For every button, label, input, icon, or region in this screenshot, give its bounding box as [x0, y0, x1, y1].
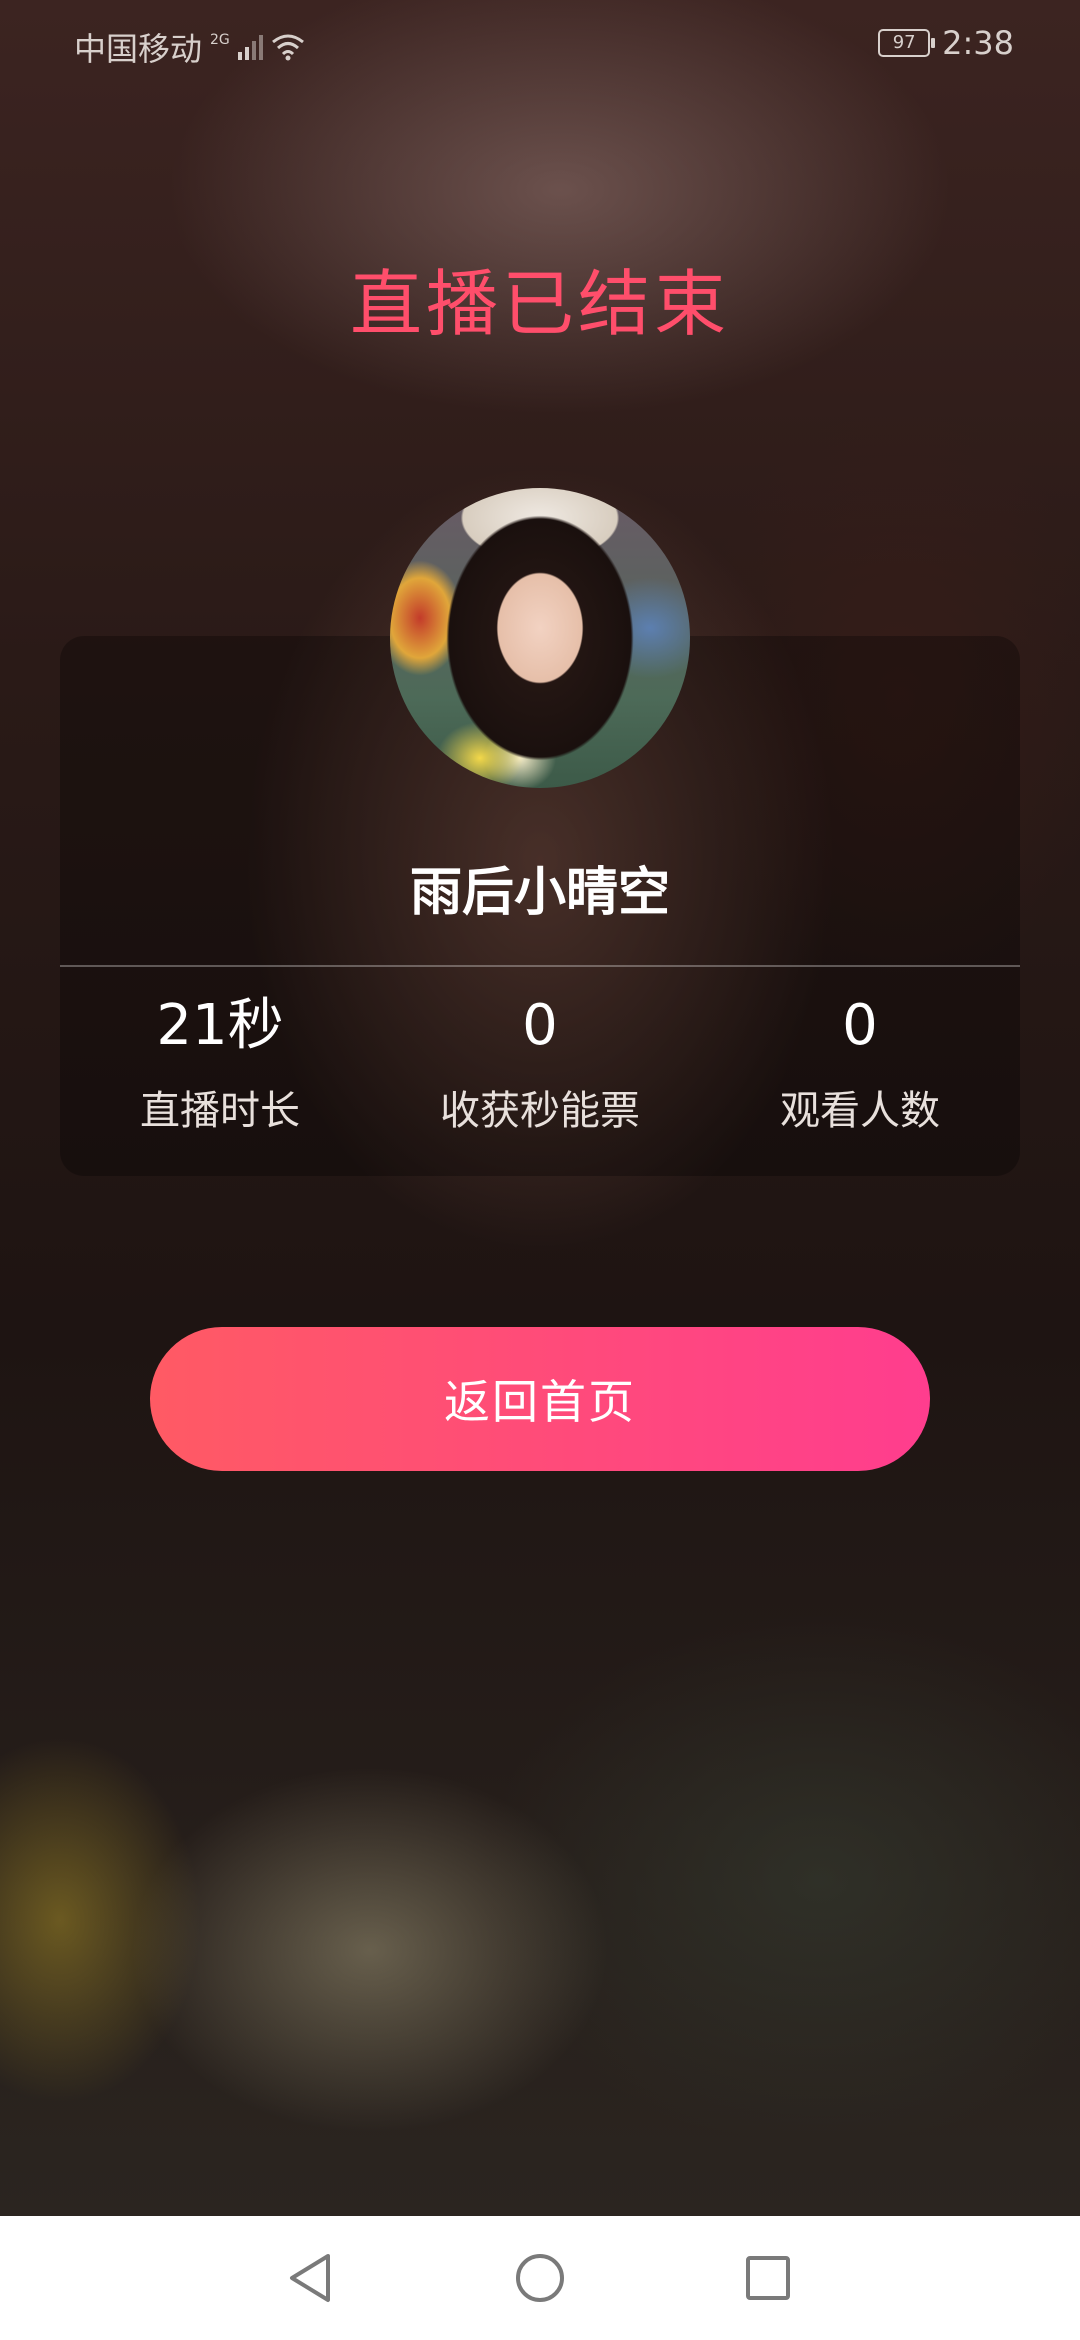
- stat-value: 0: [842, 993, 878, 1058]
- system-nav-bar: [0, 2216, 1080, 2340]
- home-circle-icon[interactable]: [510, 2248, 570, 2308]
- back-triangle-icon[interactable]: [280, 2248, 340, 2308]
- signal-icon: [237, 34, 263, 60]
- divider: [60, 965, 1020, 967]
- status-right: 97 2:38: [878, 24, 1014, 62]
- carrier-name: 中国移动: [74, 30, 203, 68]
- stat-label: 直播时长: [140, 1088, 300, 1134]
- stat-viewers: 0 观看人数: [700, 990, 1020, 1136]
- stat-value: 21秒: [156, 993, 284, 1058]
- battery-icon: 97: [878, 29, 936, 57]
- page-title: 直播已结束: [349, 262, 730, 346]
- back-to-home-button[interactable]: 返回首页: [150, 1327, 930, 1471]
- status-bar: 中国移动 2G 97 2:38: [0, 0, 1080, 92]
- stat-tickets: 0 收获秒能票: [380, 990, 700, 1136]
- network-type: 2G: [210, 32, 230, 48]
- wifi-icon: [271, 34, 304, 61]
- streamer-avatar: [390, 488, 690, 788]
- stat-label: 收获秒能票: [440, 1088, 640, 1134]
- clock: 2:38: [942, 24, 1014, 62]
- stat-label: 观看人数: [780, 1088, 940, 1134]
- recents-square-icon[interactable]: [738, 2248, 798, 2308]
- stat-duration: 21秒 直播时长: [60, 990, 380, 1136]
- carrier-info: 中国移动 2G: [74, 24, 305, 70]
- stat-value: 0: [522, 993, 558, 1058]
- streamer-name: 雨后小晴空: [409, 863, 670, 923]
